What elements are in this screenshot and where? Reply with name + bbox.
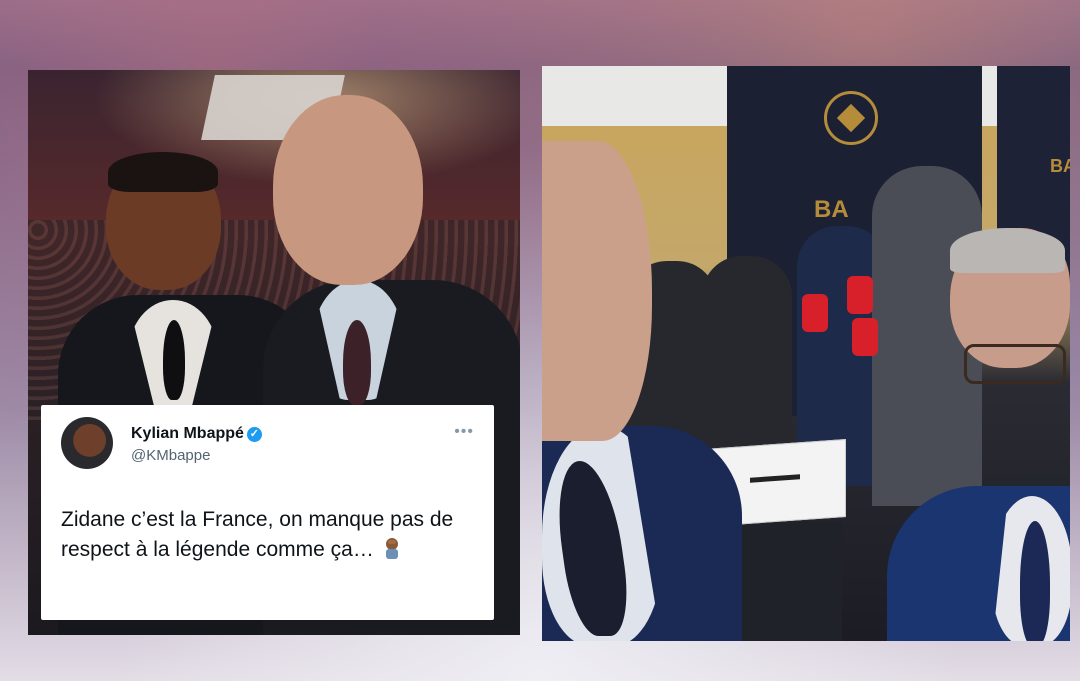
mbappe-tie [163, 320, 185, 400]
tweet-text: Zidane c’est la France, on manque pas de… [61, 505, 481, 565]
avatar[interactable] [61, 417, 113, 469]
older-man-tie [1020, 521, 1050, 641]
tweet-author-handle[interactable]: @KMbappe [131, 447, 210, 464]
banner-text-right: BA [1050, 156, 1070, 176]
zidane-face [273, 95, 423, 285]
background-person [702, 256, 792, 466]
tweet-author-name[interactable]: Kylian Mbappé ✓ [131, 425, 262, 443]
zidane-tie [343, 320, 371, 405]
microphone-icon [802, 294, 828, 332]
tweet-card[interactable]: Kylian Mbappé ✓ @KMbappe ••• Zidane c’est… [41, 405, 494, 620]
ballon-dor-logo-icon [824, 91, 878, 145]
microphone-icon [847, 276, 873, 314]
mbappe-hair [108, 152, 218, 192]
author-name-text: Kylian Mbappé [131, 425, 244, 442]
zidane-face [542, 141, 652, 441]
facepalm-emoji-icon [385, 538, 398, 559]
microphone-icon [852, 318, 878, 356]
more-options-icon[interactable]: ••• [454, 423, 474, 441]
banner-text: BA [814, 196, 849, 223]
ceremony-photo: BA BA [542, 66, 1070, 641]
verified-badge-icon: ✓ [246, 427, 262, 442]
glasses-icon [964, 344, 1066, 384]
older-man-hair [950, 228, 1065, 273]
